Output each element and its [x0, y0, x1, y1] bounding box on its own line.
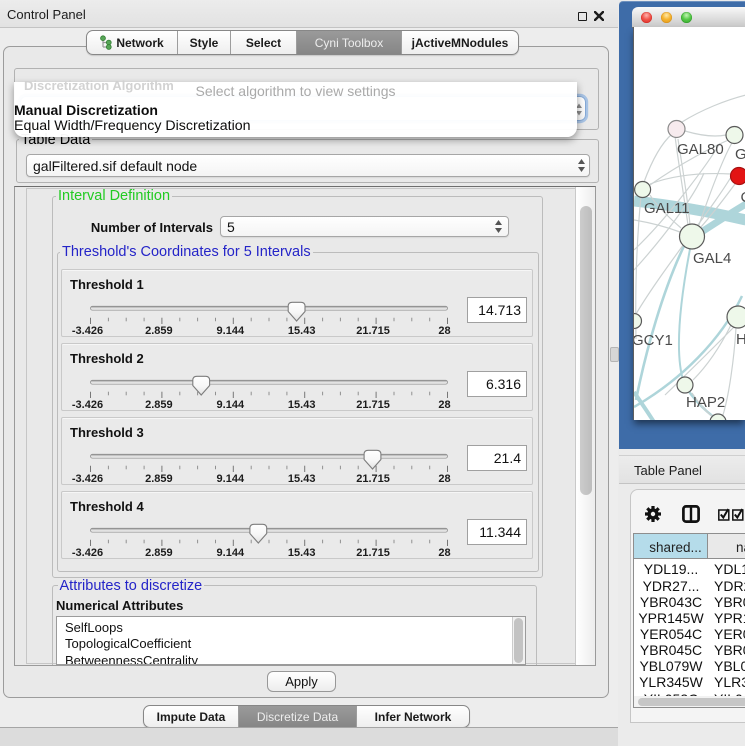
svg-text:G.: G. — [735, 146, 745, 163]
svg-text:GCY1: GCY1 — [634, 332, 673, 349]
svg-text:HAP2: HAP2 — [686, 394, 725, 411]
svg-text:C: C — [741, 189, 745, 206]
svg-text:GAL11: GAL11 — [644, 200, 690, 217]
svg-text:H: H — [736, 331, 745, 348]
svg-text:GAL4: GAL4 — [693, 250, 731, 267]
svg-text:GAL80: GAL80 — [677, 141, 724, 158]
